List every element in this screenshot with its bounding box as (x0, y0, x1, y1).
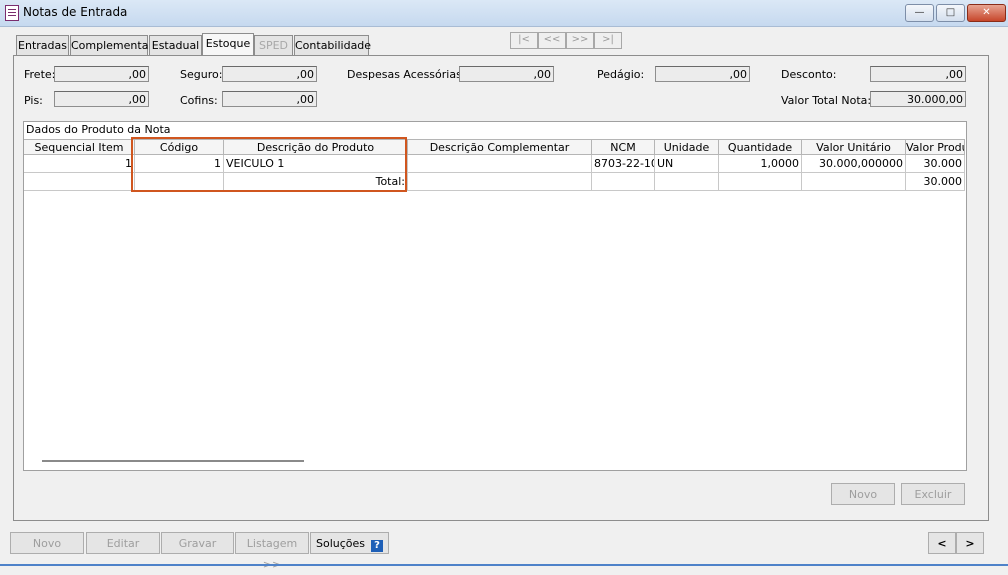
cell-valor-unitario[interactable]: 30.000,000000 (802, 155, 906, 173)
total-cell-empty (592, 173, 655, 191)
total-cell-empty (408, 173, 592, 191)
solucoes-label: Soluções (315, 537, 366, 550)
cell-descricao-complementar[interactable] (408, 155, 592, 173)
cell-ncm[interactable]: 8703-22-10 (592, 155, 655, 173)
desconto-field[interactable]: ,00 (870, 66, 966, 82)
valor-total-label: Valor Total Nota: (781, 94, 872, 107)
tab-contabilidade[interactable]: Contabilidade (294, 35, 371, 56)
frete-field[interactable]: ,00 (54, 66, 149, 82)
listagem-button[interactable]: Listagem >> (235, 532, 309, 571)
horizontal-scrollbar[interactable] (42, 460, 304, 462)
column-header-unidade[interactable]: Unidade (655, 139, 719, 155)
tab-complementar[interactable]: Complementar (70, 35, 153, 56)
valor-total-field[interactable]: 30.000,00 (870, 91, 966, 107)
highlight-box (131, 137, 407, 192)
minimize-button[interactable]: — (905, 4, 934, 22)
total-cell-empty (719, 173, 802, 191)
cell-quantidade[interactable]: 1,0000 (719, 155, 802, 173)
next-button[interactable]: > (956, 532, 984, 554)
panel-excluir-button[interactable]: Excluir (901, 483, 965, 505)
despesas-field[interactable]: ,00 (459, 66, 554, 82)
minimize-icon: — (914, 7, 925, 18)
column-header-quantidade[interactable]: Quantidade (719, 139, 802, 155)
despesas-label: Despesas Acessórias: (347, 68, 466, 81)
cofins-field[interactable]: ,00 (222, 91, 317, 107)
novo-button[interactable]: Novo (10, 532, 84, 554)
next-record-button[interactable]: >> (566, 32, 594, 49)
column-header-descricao-complementar[interactable]: Descrição Complementar (408, 139, 592, 155)
tab-entradas[interactable]: Entradas (16, 35, 69, 56)
seguro-label: Seguro: (180, 68, 223, 81)
total-cell-empty (655, 173, 719, 191)
app-icon (5, 5, 19, 21)
editar-button[interactable]: Editar (86, 532, 160, 554)
close-icon: ✕ (982, 7, 991, 18)
help-icon: ? (371, 540, 384, 552)
desconto-label: Desconto: (781, 68, 837, 81)
pedagio-label: Pedágio: (597, 68, 645, 81)
column-header-sequencial[interactable]: Sequencial Item (24, 139, 135, 155)
seguro-field[interactable]: ,00 (222, 66, 317, 82)
solucoes-button[interactable]: Soluções? (310, 532, 389, 554)
pedagio-field[interactable]: ,00 (655, 66, 750, 82)
column-header-valor-unitario[interactable]: Valor Unitário (802, 139, 906, 155)
window-title: Notas de Entrada (23, 5, 128, 19)
tab-estadual[interactable]: Estadual (149, 35, 202, 56)
previous-button[interactable]: < (928, 532, 956, 554)
title-bar (0, 0, 1008, 27)
grid-title: Dados do Produto da Nota (26, 123, 171, 136)
maximize-icon: □ (945, 7, 956, 18)
frete-label: Frete: (24, 68, 56, 81)
total-cell-empty (802, 173, 906, 191)
column-header-valor-produto[interactable]: Valor Produ (906, 139, 965, 155)
last-record-button[interactable]: >| (594, 32, 622, 49)
pis-label: Pis: (24, 94, 43, 107)
total-cell-empty (24, 173, 135, 191)
tab-sped[interactable]: SPED (254, 35, 293, 56)
cell-sequencial[interactable]: 1 (24, 155, 135, 173)
close-button[interactable]: ✕ (967, 4, 1006, 22)
panel-novo-button[interactable]: Novo (831, 483, 895, 505)
cofins-label: Cofins: (180, 94, 218, 107)
column-header-ncm[interactable]: NCM (592, 139, 655, 155)
cell-valor-produto[interactable]: 30.000 (906, 155, 965, 173)
previous-record-button[interactable]: << (538, 32, 566, 49)
tab-estoque[interactable]: Estoque (202, 33, 254, 56)
maximize-button[interactable]: □ (936, 4, 965, 22)
total-value: 30.000 (906, 173, 965, 191)
first-record-button[interactable]: |< (510, 32, 538, 49)
gravar-button[interactable]: Gravar (161, 532, 234, 554)
pis-field[interactable]: ,00 (54, 91, 149, 107)
cell-unidade[interactable]: UN (655, 155, 719, 173)
